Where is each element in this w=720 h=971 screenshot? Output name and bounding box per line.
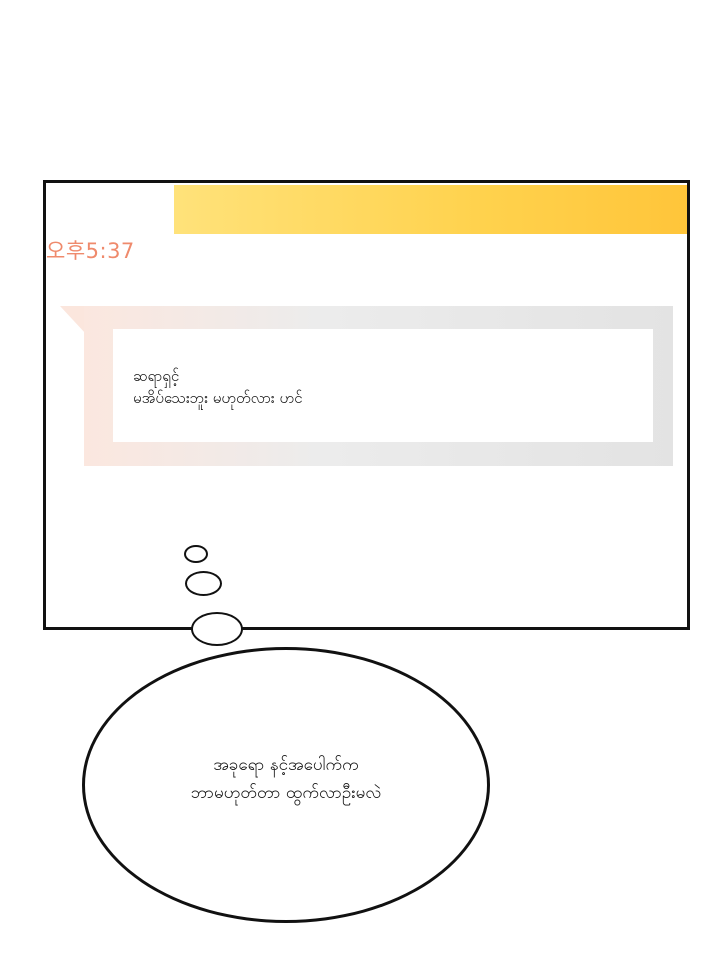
chat-screenshot-panel: 오후5:37 ဆရာရှင့် မအိပ်သေးဘူး မဟုတ်လား ဟင် [43,180,690,630]
message-bubble-tail [60,306,86,334]
message-line-1: ဆရာရှင့် [133,367,180,385]
thought-bubble: အခုရော နင့်အပေါက်က ဘာမဟုတ်တာ ထွက်လာဦးမလဲ [82,647,490,923]
thought-dot-medium [185,571,222,596]
thought-dot-small [184,545,208,563]
message-time: 오후5:37 [46,239,135,263]
thought-dot-large [191,612,243,646]
thought-line-2: ဘာမဟုတ်တာ ထွက်လာဦးမလဲ [190,783,382,803]
message-text: ဆရာရှင့် မအိပ်သေးဘူး မဟုတ်လား ဟင် [133,365,302,409]
thought-line-1: အခုရော နင့်အပေါက်က [213,755,359,775]
message-content-box: ဆရာရှင့် မအိပ်သေးဘူး မဟုတ်လား ဟင် [113,329,653,442]
message-line-2: မအိပ်သေးဘူး မဟုတ်လား ဟင် [133,389,303,407]
thought-text: အခုရော နင့်အပေါက်က ဘာမဟုတ်တာ ထွက်လာဦးမလဲ [85,751,487,807]
chat-header-bar [174,185,687,234]
